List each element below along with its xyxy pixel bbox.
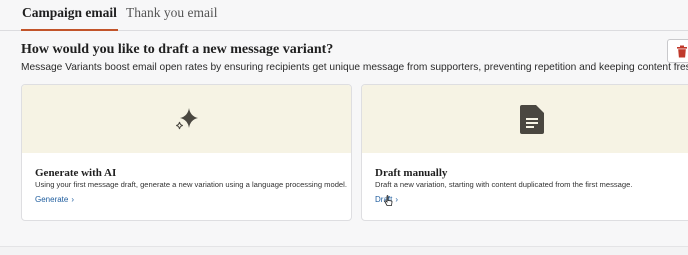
tab-thank-you-email[interactable]: Thank you email — [126, 5, 217, 29]
option-card-draft-manually[interactable]: Draft manually Draft a new variation, st… — [361, 84, 688, 221]
email-tabs: Campaign email Thank you email — [0, 0, 688, 31]
tab-campaign-email[interactable]: Campaign email — [21, 5, 118, 31]
delete-button[interactable] — [667, 39, 688, 63]
pointer-cursor-icon — [384, 195, 393, 206]
option-title: Generate with AI — [35, 167, 117, 179]
chevron-right-icon: › — [71, 195, 75, 204]
generate-link[interactable]: Generate › — [35, 195, 74, 204]
variant-panel: Campaign email Thank you email How would… — [0, 0, 688, 247]
generate-link-label: Generate — [35, 195, 69, 204]
page-description: Message Variants boost email open rates … — [21, 62, 688, 73]
chevron-right-icon: › — [395, 195, 399, 204]
option-card-generate-ai[interactable]: Generate with AI Using your first messag… — [21, 84, 352, 221]
document-icon — [520, 104, 544, 134]
option-description: Using your first message draft, generate… — [35, 180, 347, 189]
option-hero — [362, 85, 688, 153]
sparkle-icon — [175, 108, 198, 130]
trash-icon — [677, 45, 687, 57]
option-title: Draft manually — [375, 167, 448, 179]
option-hero — [22, 85, 351, 153]
option-description: Draft a new variation, starting with con… — [375, 180, 633, 189]
page-title: How would you like to draft a new messag… — [21, 42, 334, 57]
